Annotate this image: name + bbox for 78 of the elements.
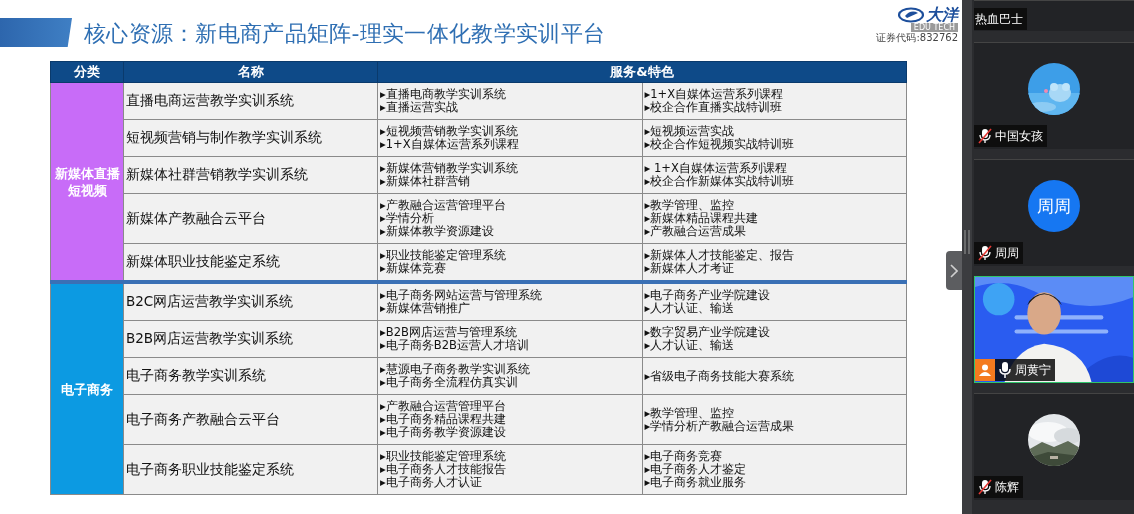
feature-item: ▸人才认证、输送 bbox=[644, 339, 736, 352]
service-item: ▸电子商务网站运营与管理系统 bbox=[380, 289, 543, 302]
category-cell: 新媒体直播短视频 bbox=[50, 82, 124, 282]
feature-item: ▸校企合作直播实战特训班 bbox=[644, 101, 784, 114]
participant-name: 周黄宁 bbox=[1015, 361, 1051, 379]
participant-tile[interactable]: 陈辉 bbox=[974, 393, 1134, 500]
participant-name: 中国女孩 bbox=[995, 127, 1043, 145]
service-item: ▸直播运营实战 bbox=[380, 101, 459, 114]
feature-item: ▸数字贸易产业学院建设 bbox=[644, 326, 772, 339]
feature-item: ▸电子商务产业学院建设 bbox=[644, 289, 772, 302]
service-item: ▸电子商务人才技能报告 bbox=[380, 463, 507, 476]
service-item: ▸电子商务全流程仿真实训 bbox=[380, 376, 519, 389]
participant-tile[interactable]: 中国女孩 bbox=[974, 42, 1134, 149]
service-item: ▸电子商务B2B运营人才培训 bbox=[380, 339, 530, 352]
feature-item: ▸教学管理、监控 bbox=[644, 199, 736, 212]
product-name-cell: B2B网店运营教学实训系统 bbox=[123, 320, 378, 358]
service-item: ▸学情分析 bbox=[380, 212, 435, 225]
product-name-cell: 新媒体产教融合云平台 bbox=[123, 193, 378, 244]
service-item: ▸产教融合运营管理平台 bbox=[380, 400, 507, 413]
chevron-right-icon bbox=[950, 263, 958, 278]
product-name-cell: 短视频营销与制作教学实训系统 bbox=[123, 119, 378, 157]
feature-item: ▸教学管理、监控 bbox=[644, 406, 736, 420]
service-item: ▸新媒体社群营销 bbox=[380, 175, 471, 188]
service-item: ▸电子商务人才认证 bbox=[380, 476, 483, 489]
logo-brand: 大洋 bbox=[926, 6, 958, 23]
feature-item: ▸电子商务就业服务 bbox=[644, 476, 748, 489]
service-item: ▸职业技能鉴定管理系统 bbox=[380, 249, 507, 262]
product-name-cell: B2C网店运营教学实训系统 bbox=[123, 282, 378, 321]
product-name-cell: 电子商务职业技能鉴定系统 bbox=[123, 444, 378, 495]
participant-tile[interactable]: 周黄宁 bbox=[974, 276, 1134, 383]
product-name-cell: 新媒体社群营销教学实训系统 bbox=[123, 156, 378, 194]
service-item: ▸产教融合运营管理平台 bbox=[380, 199, 507, 212]
column-header: 分类 bbox=[50, 61, 124, 83]
stock-code: 证券代码:832762 bbox=[876, 32, 958, 44]
feature-item: ▸学情分析产教融合运营成果 bbox=[644, 419, 796, 433]
feature-item: ▸新媒体人才考证 bbox=[644, 262, 736, 275]
participant-tile[interactable]: 周周 周周 bbox=[974, 159, 1134, 266]
service-item: ▸职业技能鉴定管理系统 bbox=[380, 450, 507, 463]
participant-name: 热血巴士 bbox=[975, 10, 1023, 28]
feature-item: ▸校企合作短视频实战特训班 bbox=[644, 138, 796, 151]
service-item: ▸1+X自媒体运营系列课程 bbox=[380, 138, 520, 151]
service-item: ▸新媒体竞赛 bbox=[380, 262, 447, 275]
product-name-cell: 直播电商运营教学实训系统 bbox=[123, 82, 378, 120]
column-header: 名称 bbox=[123, 61, 378, 83]
service-item: ▸B2B网店运营与管理系统 bbox=[380, 326, 518, 339]
product-name-cell: 电子商务教学实训系统 bbox=[123, 357, 378, 395]
feature-item: ▸ 1+X自媒体运营系列课程 bbox=[644, 162, 788, 175]
feature-item: ▸短视频运营实战 bbox=[644, 125, 736, 138]
logo-tag: EDU TECH bbox=[910, 23, 958, 32]
service-item: ▸直播电商教学实训系统 bbox=[380, 88, 507, 101]
swoosh-logo-icon bbox=[898, 6, 924, 23]
service-item: ▸慧源电子商务教学实训系统 bbox=[380, 363, 531, 376]
feature-item: ▸校企合作新媒体实战特训班 bbox=[644, 175, 796, 188]
participant-name: 陈辉 bbox=[995, 478, 1019, 496]
product-name-cell: 电子商务产教融合云平台 bbox=[123, 394, 378, 445]
feature-item: ▸电子商务竞赛 bbox=[644, 450, 724, 463]
title-bar bbox=[0, 18, 72, 47]
service-item: ▸电子商务精品课程共建 bbox=[380, 413, 507, 426]
collapse-button[interactable] bbox=[946, 251, 962, 290]
feature-item: ▸电子商务人才鉴定 bbox=[644, 463, 748, 476]
feature-item: ▸人才认证、输送 bbox=[644, 302, 736, 315]
resize-handle-icon[interactable] bbox=[964, 230, 970, 254]
feature-item: ▸省级电子商务技能大赛系统 bbox=[644, 369, 796, 383]
participant-name: 周周 bbox=[995, 244, 1019, 262]
slide-title: 核心资源：新电商产品矩阵-理实一体化教学实训平台 bbox=[84, 20, 606, 48]
category-cell: 电子商务 bbox=[50, 282, 124, 495]
column-header: 服务&特色 bbox=[377, 61, 907, 83]
service-item: ▸新媒体营销教学实训系统 bbox=[380, 162, 519, 175]
service-item: ▸电子商务教学资源建设 bbox=[380, 426, 507, 439]
initials-avatar: 周周 bbox=[1028, 180, 1080, 232]
feature-item: ▸1+X自媒体运营系列课程 bbox=[644, 88, 785, 101]
service-item: ▸新媒体教学资源建设 bbox=[380, 225, 495, 238]
service-item: ▸短视频营销教学实训系统 bbox=[380, 125, 519, 138]
participant-tile[interactable]: 热血巴士 bbox=[974, 0, 1134, 31]
feature-item: ▸产教融合运营成果 bbox=[644, 225, 748, 238]
feature-item: ▸新媒体人才技能鉴定、报告 bbox=[644, 249, 796, 262]
feature-item: ▸新媒体精品课程共建 bbox=[644, 212, 760, 225]
service-item: ▸新媒体营销推广 bbox=[380, 302, 471, 315]
